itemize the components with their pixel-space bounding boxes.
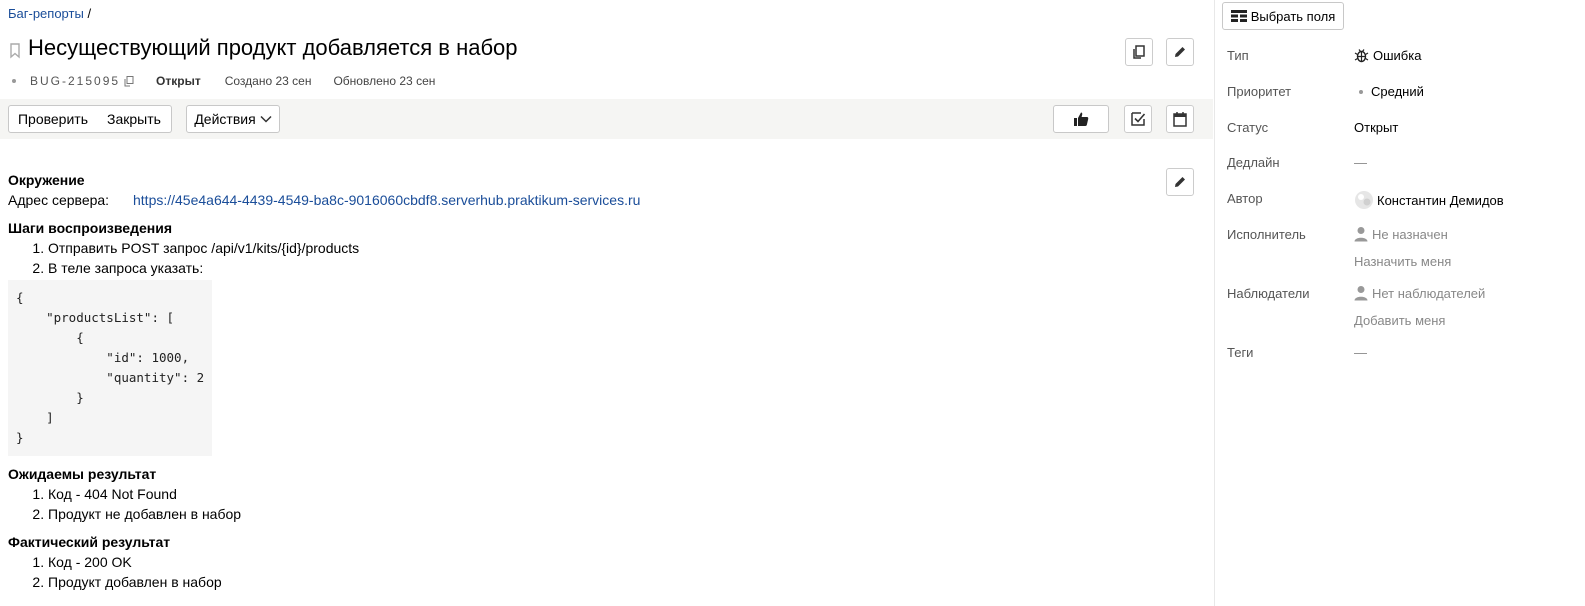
type-label: Тип (1227, 48, 1249, 63)
status-badge: Открыт (156, 74, 201, 88)
user-icon (1354, 286, 1368, 301)
server-label: Адрес сервера: (8, 192, 110, 208)
expected-list: Код - 404 Not Found Продукт не добавлен … (8, 484, 1158, 524)
issue-toolbar: Проверить Закрыть Действия (0, 99, 1213, 139)
priority-dot (1359, 89, 1363, 94)
edit-title-button[interactable] (1166, 38, 1194, 66)
created-date: Создано 23 сен (224, 74, 312, 88)
check-button[interactable]: Проверить (8, 105, 98, 133)
list-item: Код - 200 OK (48, 552, 1158, 572)
priority-label: Приоритет (1227, 84, 1292, 99)
assignee-text: Не назначен (1372, 226, 1448, 242)
copy-key-icon[interactable] (124, 75, 134, 87)
avatar (1355, 191, 1373, 209)
author-value[interactable]: Константин Демидов (1354, 190, 1504, 210)
breadcrumb-link-bug-reports[interactable]: Баг-репорты (8, 6, 84, 21)
copy-icon (1133, 45, 1145, 59)
actual-heading: Фактический результат (8, 534, 171, 550)
checkbox-icon (1131, 112, 1146, 126)
author-name: Константин Демидов (1377, 192, 1504, 208)
meta-dot (12, 79, 16, 83)
followers-value[interactable]: Нет наблюдателей (1354, 285, 1485, 301)
type-value[interactable]: Ошибка (1354, 48, 1421, 63)
assignee-label: Исполнитель (1227, 227, 1306, 242)
deadline-label: Дедлайн (1227, 155, 1280, 170)
status-label: Статус (1227, 120, 1269, 135)
env-heading: Окружение (8, 172, 85, 188)
expected-heading: Ожидаемы результат (8, 466, 157, 482)
tags-label: Теги (1227, 345, 1254, 360)
bookmark-icon[interactable] (8, 41, 22, 61)
followers-text: Нет наблюдателей (1372, 285, 1486, 301)
steps-list: Отправить POST запрос /api/v1/kits/{id}/… (8, 238, 1158, 278)
list-item: В теле запроса указать: (48, 258, 1158, 278)
assign-me-link[interactable]: Назначить меня (1354, 254, 1451, 269)
calendar-icon (1173, 112, 1187, 127)
status-value[interactable]: Открыт (1354, 120, 1398, 135)
issue-key: BUG-215095 (30, 74, 121, 88)
issue-description: Окружение Адрес сервера: https://45e4a64… (8, 170, 1158, 592)
server-address-row: Адрес сервера: https://45e4a644-4439-454… (8, 190, 1158, 210)
user-icon (1354, 227, 1368, 242)
title-row: Несуществующий продукт добавляется в наб… (8, 35, 518, 61)
deadline-value[interactable]: — (1354, 155, 1367, 170)
edit-description-button[interactable] (1166, 168, 1194, 196)
add-me-link[interactable]: Добавить меня (1354, 313, 1445, 328)
updated-date: Обновлено 23 сен (333, 74, 436, 88)
request-body-code: { "productsList": [ { "id": 1000, "quant… (8, 280, 212, 456)
type-value-text: Ошибка (1373, 48, 1422, 63)
server-url-link[interactable]: https://45e4a644-4439-4549-ba8c-9016060c… (133, 190, 640, 210)
priority-value-text: Средний (1371, 84, 1424, 99)
breadcrumb: Баг-репорты / (8, 6, 91, 21)
pencil-icon (1175, 177, 1185, 187)
tags-value[interactable]: — (1354, 345, 1367, 360)
pencil-icon (1175, 47, 1185, 57)
actions-label: Действия (194, 111, 256, 127)
thumbs-up-icon (1074, 112, 1089, 126)
steps-heading: Шаги воспроизведения (8, 220, 172, 236)
copy-issue-button[interactable] (1125, 38, 1153, 66)
breadcrumb-separator: / (87, 6, 92, 21)
list-item: Продукт добавлен в набор (48, 572, 1158, 592)
calendar-button[interactable] (1166, 105, 1194, 133)
close-button[interactable]: Закрыть (97, 105, 172, 133)
vote-button[interactable] (1053, 105, 1109, 133)
priority-value[interactable]: Средний (1354, 84, 1424, 99)
issue-meta: BUG-215095 Открыт Создано 23 сен Обновле… (12, 74, 435, 88)
choose-fields-button[interactable]: Выбрать поля (1222, 2, 1344, 30)
issue-main-panel: Баг-репорты / Несуществующий продукт доб… (0, 0, 1213, 606)
page-title: Несуществующий продукт добавляется в наб… (28, 35, 518, 60)
checklist-button[interactable] (1124, 105, 1152, 133)
choose-fields-label: Выбрать поля (1250, 8, 1336, 24)
actions-dropdown[interactable]: Действия (186, 105, 280, 133)
fields-icon (1230, 10, 1247, 22)
assignee-value[interactable]: Не назначен (1354, 226, 1448, 242)
list-item: Отправить POST запрос /api/v1/kits/{id}/… (48, 238, 1158, 258)
bug-icon (1354, 49, 1369, 63)
actual-list: Код - 200 OK Продукт добавлен в набор (8, 552, 1158, 592)
list-item: Продукт не добавлен в набор (48, 504, 1158, 524)
followers-label: Наблюдатели (1227, 286, 1310, 301)
chevron-down-icon (260, 115, 272, 123)
list-item: Код - 404 Not Found (48, 484, 1158, 504)
author-label: Автор (1227, 191, 1263, 206)
